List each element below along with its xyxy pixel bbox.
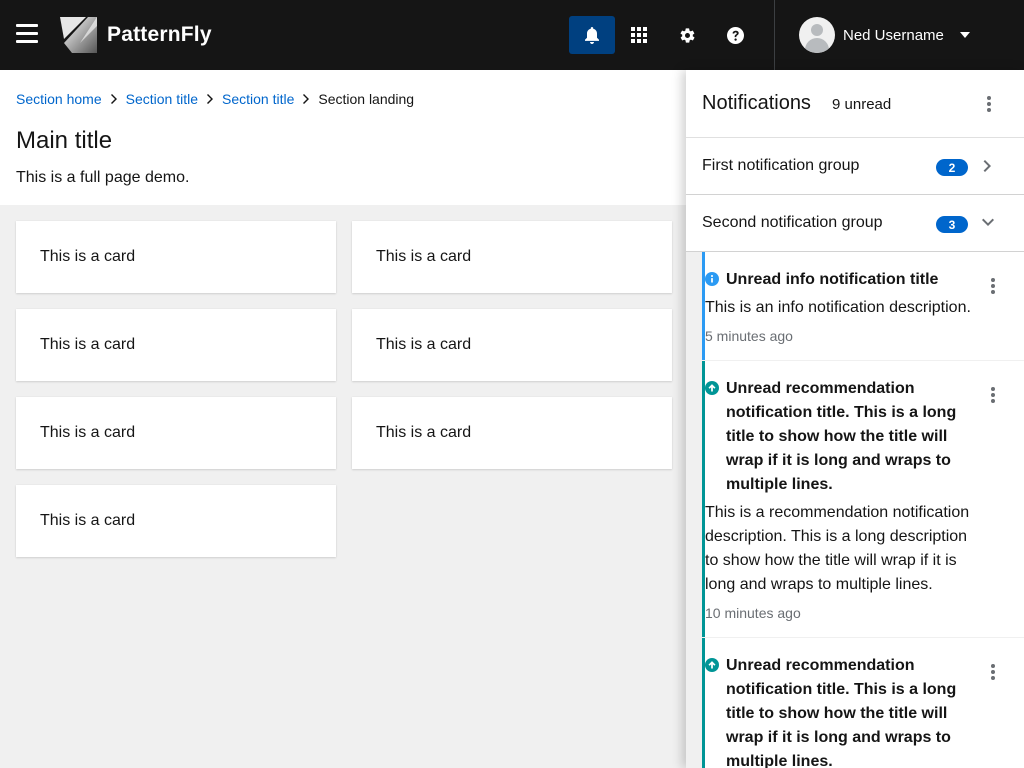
- card: This is a card: [16, 221, 336, 293]
- help-button[interactable]: [712, 16, 758, 54]
- notification-drawer: Notifications 9 unread First notificatio…: [686, 70, 1024, 768]
- avatar: [799, 17, 835, 53]
- chevron-down-icon[interactable]: [982, 215, 994, 231]
- breadcrumb-link[interactable]: Section title: [222, 91, 294, 107]
- app-launcher-button[interactable]: [616, 16, 662, 54]
- notification-item-info[interactable]: Unread info notification title This is a…: [702, 252, 1024, 360]
- notification-group-first[interactable]: First notification group 2: [686, 138, 1024, 195]
- notification-actions-kebab-icon[interactable]: [985, 662, 1001, 682]
- hamburger-icon[interactable]: [16, 24, 38, 44]
- notification-item-recommendation[interactable]: Unread recommendation notification title…: [702, 638, 1024, 768]
- chevron-right-icon: [206, 94, 213, 104]
- card: This is a card: [352, 309, 672, 381]
- card: This is a card: [352, 397, 672, 469]
- info-circle-icon: [705, 272, 719, 286]
- notification-description: This is an info notification description…: [705, 299, 971, 316]
- gear-icon: [680, 27, 694, 43]
- card: This is a card: [16, 485, 336, 557]
- patternfly-logo-icon: [60, 17, 97, 53]
- user-dropdown[interactable]: Ned Username: [799, 17, 970, 53]
- user-name: Ned Username: [843, 26, 944, 44]
- arrow-circle-up-icon: [705, 381, 719, 395]
- settings-button[interactable]: [664, 16, 710, 54]
- caret-down-icon: [959, 32, 970, 38]
- drawer-actions-kebab-icon[interactable]: [981, 94, 997, 114]
- notifications-button[interactable]: [569, 16, 615, 54]
- page-description: This is a full page demo.: [16, 169, 190, 186]
- notification-description: This is a recommendation notification de…: [705, 504, 970, 593]
- group-count-badge: 3: [936, 216, 968, 233]
- notification-title: Unread info notification title: [726, 271, 939, 288]
- notification-actions-kebab-icon[interactable]: [985, 276, 1001, 296]
- drawer-header: Notifications 9 unread: [686, 70, 1024, 138]
- help-icon: [726, 26, 744, 44]
- card: This is a card: [352, 221, 672, 293]
- brand-name: PatternFly: [107, 23, 212, 46]
- brand-logo[interactable]: PatternFly: [60, 17, 212, 53]
- page-title: Main title: [16, 127, 113, 154]
- chevron-right-icon: [110, 94, 117, 104]
- breadcrumb-link[interactable]: Section home: [16, 91, 102, 107]
- chevron-right-icon[interactable]: [982, 158, 994, 174]
- breadcrumb-link[interactable]: Section title: [126, 91, 198, 107]
- drawer-title: Notifications: [702, 92, 811, 114]
- notification-item-recommendation[interactable]: Unread recommendation notification title…: [702, 361, 1024, 637]
- notification-actions-kebab-icon[interactable]: [985, 385, 1001, 405]
- card: This is a card: [16, 309, 336, 381]
- notification-title: Unread recommendation notification title…: [726, 380, 957, 493]
- group-title: Second notification group: [702, 214, 883, 231]
- breadcrumb: Section home Section title Section title…: [16, 91, 414, 107]
- chevron-right-icon: [303, 94, 310, 104]
- notification-timestamp: 10 minutes ago: [705, 605, 801, 621]
- bell-icon: [585, 26, 599, 44]
- grid-icon: [631, 27, 647, 43]
- notification-timestamp: 5 minutes ago: [705, 328, 793, 344]
- page-header: Section home Section title Section title…: [0, 70, 686, 205]
- breadcrumb-current: Section landing: [318, 91, 415, 107]
- card-gallery: This is a card This is a card This is a …: [16, 221, 672, 557]
- group-title: First notification group: [702, 157, 860, 174]
- masthead-divider: [774, 0, 775, 70]
- notification-group-second[interactable]: Second notification group 3: [686, 195, 1024, 252]
- notification-title: Unread recommendation notification title…: [726, 657, 957, 768]
- unread-count: 9 unread: [832, 96, 892, 113]
- arrow-circle-up-icon: [705, 658, 719, 672]
- group-count-badge: 2: [936, 159, 968, 176]
- masthead: PatternFly Ned Username: [0, 0, 1024, 70]
- card: This is a card: [16, 397, 336, 469]
